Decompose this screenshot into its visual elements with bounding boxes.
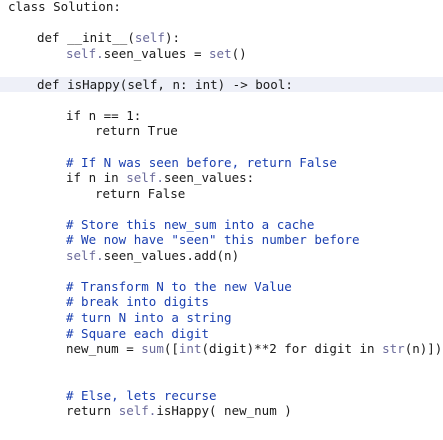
code-text: if n == 1: xyxy=(66,108,141,124)
code-token: self. xyxy=(126,170,164,186)
code-token: seen_values xyxy=(103,45,187,61)
code-line[interactable] xyxy=(0,92,443,108)
code-token: isHappy( new_num ) xyxy=(156,403,292,419)
code-token: self. xyxy=(66,247,104,263)
code-line[interactable]: return False xyxy=(0,186,443,202)
code-line[interactable]: return True xyxy=(0,123,443,139)
code-text: self.seen_values = set() xyxy=(66,46,247,62)
code-token: isHappy xyxy=(67,76,120,92)
code-token: return True xyxy=(95,123,178,139)
code-token: # Else, lets recurse xyxy=(66,387,217,403)
code-text: # Square each digit xyxy=(66,326,209,342)
code-text: return False xyxy=(95,186,185,202)
code-token: ): xyxy=(164,30,181,46)
code-line[interactable]: # Store this new_sum into a cache xyxy=(0,217,443,233)
code-line[interactable]: # If N was seen before, return False xyxy=(0,155,443,171)
code-token: seen_values: xyxy=(163,170,255,186)
code-token: set xyxy=(209,45,232,61)
code-token: ([ xyxy=(163,341,179,357)
code-text: class Solution: xyxy=(8,0,121,15)
code-token: seen_values.add(n) xyxy=(103,247,240,263)
code-text: # We now have "seen" this number before xyxy=(66,232,360,248)
code-line[interactable] xyxy=(0,263,443,279)
code-token: sum xyxy=(141,341,164,357)
code-token: def xyxy=(37,76,68,92)
code-token: class Solution: xyxy=(8,0,121,14)
code-line[interactable] xyxy=(0,357,443,373)
code-line[interactable] xyxy=(0,61,443,77)
code-line[interactable]: # We now have "seen" this number before xyxy=(0,232,443,248)
code-token: () xyxy=(231,45,247,61)
code-token: if n == 1: xyxy=(66,107,142,123)
code-text: def isHappy(self, n: int) -> bool: xyxy=(37,77,293,93)
code-token: str xyxy=(382,341,405,357)
code-text: # If N was seen before, return False xyxy=(66,155,337,171)
code-text: def __init__(self): xyxy=(37,30,180,46)
code-line-active[interactable]: def isHappy(self, n: int) -> bool: xyxy=(0,76,443,93)
code-line[interactable]: if n in self.seen_values: xyxy=(0,170,443,186)
code-token: int xyxy=(178,341,202,357)
code-text: return True xyxy=(95,123,178,139)
code-line[interactable]: # break into digits xyxy=(0,294,443,310)
code-token: # break into digits xyxy=(66,294,209,310)
code-text: # break into digits xyxy=(66,294,209,310)
code-text: # Store this new_sum into a cache xyxy=(66,217,314,233)
code-line[interactable]: # turn N into a string xyxy=(0,310,443,326)
code-token: if n in xyxy=(66,170,127,186)
code-text: self.seen_values.add(n) xyxy=(66,248,239,264)
code-text: # turn N into a string xyxy=(66,310,232,326)
code-token: # Transform N to the new Value xyxy=(66,278,292,294)
code-line[interactable]: def __init__(self): xyxy=(0,30,443,46)
code-line[interactable]: # Else, lets recurse xyxy=(0,388,443,404)
code-line[interactable]: class Solution: xyxy=(0,0,443,15)
code-token: (n)]) xyxy=(404,341,443,357)
code-text: return self.isHappy( new_num ) xyxy=(66,403,292,419)
code-line[interactable] xyxy=(0,15,443,31)
code-token: = xyxy=(186,45,210,61)
code-token: # turn N into a string xyxy=(66,310,232,325)
code-line[interactable]: # Square each digit xyxy=(0,326,443,342)
code-line[interactable]: self.seen_values.add(n) xyxy=(0,248,443,264)
code-line[interactable]: new_num = sum([int(digit)**2 for digit i… xyxy=(0,341,443,357)
code-token: self. xyxy=(66,45,104,61)
code-line[interactable]: # Transform N to the new Value xyxy=(0,279,443,295)
code-line[interactable]: return self.isHappy( new_num ) xyxy=(0,403,443,419)
code-token: ( xyxy=(127,30,135,46)
code-token: # Store this new_sum into a cache xyxy=(66,216,315,232)
code-line[interactable] xyxy=(0,372,443,388)
code-text: if n in self.seen_values: xyxy=(66,170,254,186)
code-token: # If N was seen before, return False xyxy=(66,154,337,170)
code-line[interactable] xyxy=(0,139,443,155)
code-line[interactable] xyxy=(0,201,443,217)
code-token: # Square each digit xyxy=(66,325,209,341)
code-token: (digit)**2 for digit in xyxy=(201,341,383,357)
code-line[interactable]: self.seen_values = set() xyxy=(0,46,443,62)
code-token: return False xyxy=(95,185,186,201)
code-token: (self, n: int) -> bool: xyxy=(119,76,293,92)
code-text: new_num = sum([int(digit)**2 for digit i… xyxy=(66,341,442,357)
code-line[interactable]: if n == 1: xyxy=(0,108,443,124)
code-token: self. xyxy=(118,403,157,419)
code-token: def xyxy=(37,30,68,46)
code-editor[interactable]: class Solution: def __init__(self): self.s… xyxy=(0,0,443,440)
code-text: # Else, lets recurse xyxy=(66,388,217,404)
code-token: self xyxy=(134,30,165,46)
code-token: # We now have "seen" this number before xyxy=(66,232,360,248)
code-token: __init__ xyxy=(67,30,128,46)
code-text: # Transform N to the new Value xyxy=(66,279,292,295)
code-token: new_num = xyxy=(66,341,142,357)
code-token: return xyxy=(66,403,119,419)
